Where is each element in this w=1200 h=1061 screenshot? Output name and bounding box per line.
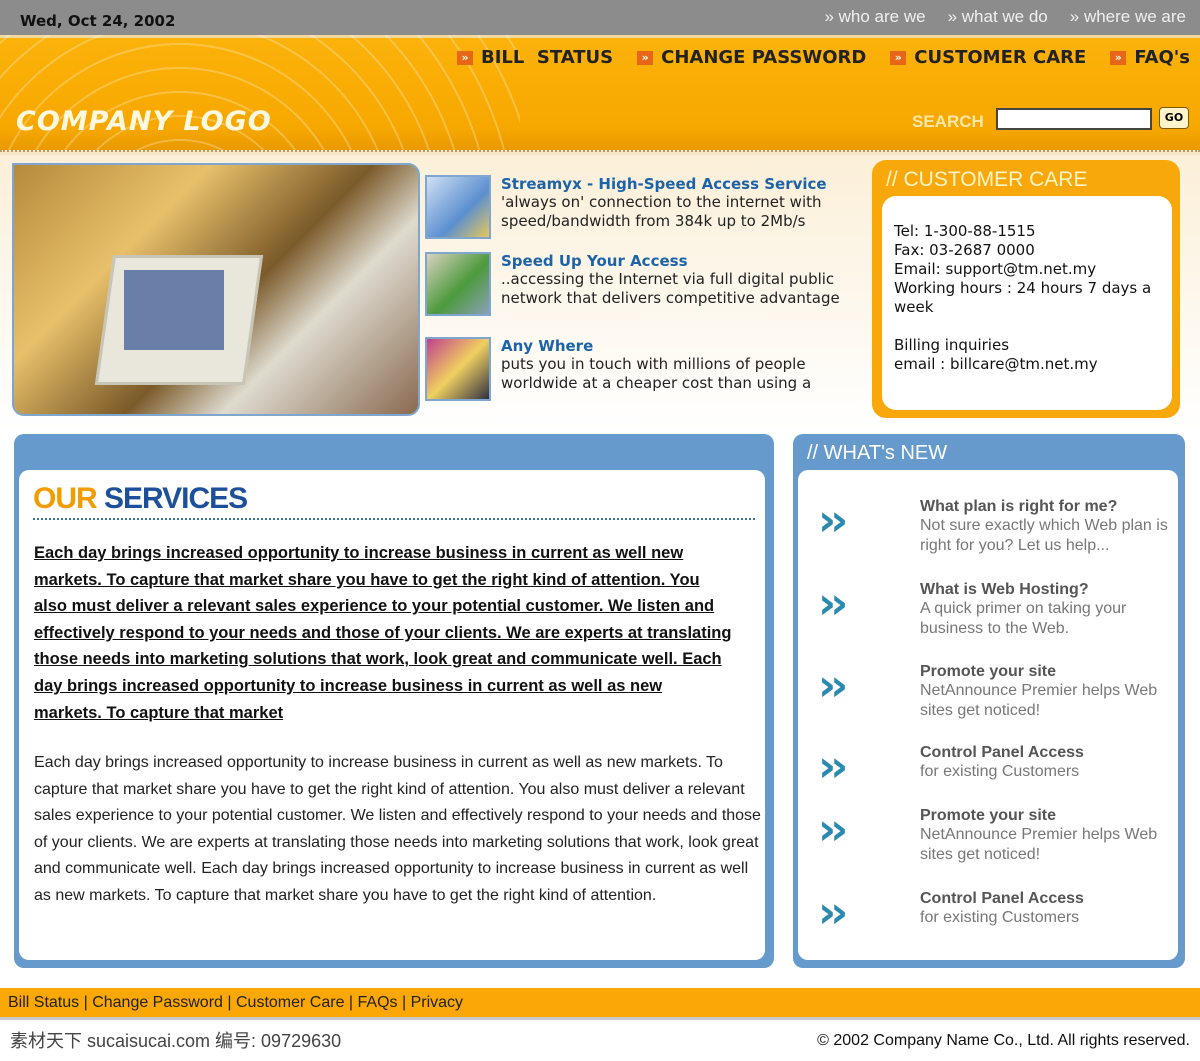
feature-title[interactable]: Speed Up Your Access bbox=[501, 252, 865, 270]
link-what-we-do[interactable]: » what we do bbox=[948, 7, 1048, 27]
feature-any-where[interactable]: Any Where puts you in touch with millions… bbox=[425, 337, 865, 401]
nav-bill-status[interactable]: » BILL STATUS bbox=[457, 47, 613, 68]
main-nav: » BILL STATUS » CHANGE PASSWORD » CUSTOMER … bbox=[457, 47, 1190, 68]
footer-change-password[interactable]: Change Password bbox=[92, 994, 223, 1011]
feature-text: ..accessing the Internet via full digita… bbox=[501, 270, 840, 307]
double-chevron-icon: » bbox=[457, 51, 473, 65]
footer-customer-care[interactable]: Customer Care bbox=[236, 994, 344, 1011]
laptop-thumbnail bbox=[425, 337, 491, 401]
person-thumbnail bbox=[425, 252, 491, 316]
double-chevron-icon: » bbox=[890, 51, 907, 65]
double-chevron-icon: ›› bbox=[818, 660, 848, 711]
services-link-text[interactable]: Each day brings increased opportunity to… bbox=[34, 540, 734, 726]
double-chevron-icon: ›› bbox=[818, 741, 848, 792]
news-item[interactable]: ›› Promote your site NetAnnounce Premier h… bbox=[818, 663, 1175, 721]
watermark: 素材天下 sucaisucai.com 编号: 09729630 bbox=[10, 1031, 342, 1051]
nav-customer-care[interactable]: » CUSTOMER CARE bbox=[890, 47, 1086, 68]
double-chevron-icon: ›› bbox=[818, 495, 848, 546]
search-label: SEARCH bbox=[912, 112, 984, 131]
footer-faqs[interactable]: FAQs bbox=[358, 994, 398, 1011]
double-chevron-icon: » bbox=[1110, 51, 1127, 65]
news-item[interactable]: ›› What is Web Hosting? A quick primer on … bbox=[818, 581, 1175, 639]
date: Wed, Oct 24, 2002 bbox=[20, 12, 176, 30]
customer-care-title: // CUSTOMER CARE bbox=[886, 168, 1088, 191]
services-text: Each day brings increased opportunity to… bbox=[34, 754, 761, 904]
footer-privacy[interactable]: Privacy bbox=[411, 994, 463, 1011]
double-chevron-icon: ›› bbox=[818, 804, 848, 855]
go-button[interactable]: GO bbox=[1159, 107, 1189, 129]
search-input[interactable] bbox=[996, 108, 1152, 130]
double-chevron-icon: » bbox=[637, 51, 654, 65]
feature-streamyx[interactable]: Streamyx - High-Speed Access Service'alw… bbox=[425, 175, 865, 239]
email[interactable]: Email: support@tm.net.my bbox=[894, 260, 1160, 279]
news-item[interactable]: ›› Control Panel Access for existing Custo… bbox=[818, 890, 1175, 936]
footer-nav: Bill Status | Change Password | Customer… bbox=[0, 988, 1200, 1020]
nav-faqs[interactable]: » FAQ's bbox=[1110, 47, 1190, 68]
services-title: OUR SERVICES bbox=[33, 482, 248, 515]
whats-new-panel: // WHAT's NEW ›› What plan is right for m… bbox=[793, 434, 1185, 968]
double-chevron-icon: ›› bbox=[818, 578, 848, 629]
news-item[interactable]: ›› Promote your site NetAnnounce Premier h… bbox=[818, 807, 1175, 865]
nav-change-password[interactable]: » CHANGE PASSWORD bbox=[637, 47, 866, 68]
top-links: » who are we » what we do » where we are bbox=[824, 7, 1186, 27]
company-logo[interactable]: COMPANY LOGO bbox=[16, 106, 272, 137]
feature-title[interactable]: Any Where bbox=[501, 337, 865, 355]
link-who-are-we[interactable]: » who are we bbox=[824, 7, 925, 27]
footer-bill-status[interactable]: Bill Status bbox=[8, 994, 79, 1011]
news-item[interactable]: ›› Control Panel Access for existing Custo… bbox=[818, 744, 1175, 790]
billing-email[interactable]: email : billcare@tm.net.my bbox=[894, 355, 1160, 374]
copyright: © 2002 Company Name Co., Ltd. All rights… bbox=[817, 1032, 1190, 1049]
tel: Tel: 1-300-88-1515 bbox=[894, 222, 1036, 240]
link-where-we-are[interactable]: » where we are bbox=[1070, 7, 1186, 27]
whats-new-title: // WHAT's NEW bbox=[807, 442, 948, 464]
feature-text: puts you in touch with millions of peopl… bbox=[501, 355, 812, 392]
services-panel: OUR SERVICES Each day brings increased o… bbox=[14, 434, 774, 968]
fax: Fax: 03-2687 0000 bbox=[894, 241, 1035, 259]
feature-title[interactable]: Streamyx - High-Speed Access Service bbox=[501, 175, 865, 193]
hero-photo bbox=[12, 163, 420, 416]
double-chevron-icon: ›› bbox=[818, 887, 848, 938]
feature-speed-up[interactable]: Speed Up Your Access ..accessing the Inte… bbox=[425, 252, 865, 316]
working-hours: Working hours : 24 hours 7 days a week bbox=[894, 279, 1152, 316]
feature-text: 'always on' connection to the internet w… bbox=[501, 193, 822, 230]
news-item[interactable]: ›› What plan is right for me? Not sure exa… bbox=[818, 498, 1175, 556]
billing-label: Billing inquiries bbox=[894, 336, 1010, 354]
title-underline bbox=[33, 518, 755, 520]
customer-care-box: // CUSTOMER CARE Tel: 1-300-88-1515 Fax:… bbox=[872, 160, 1180, 418]
modem-thumbnail bbox=[425, 175, 491, 239]
